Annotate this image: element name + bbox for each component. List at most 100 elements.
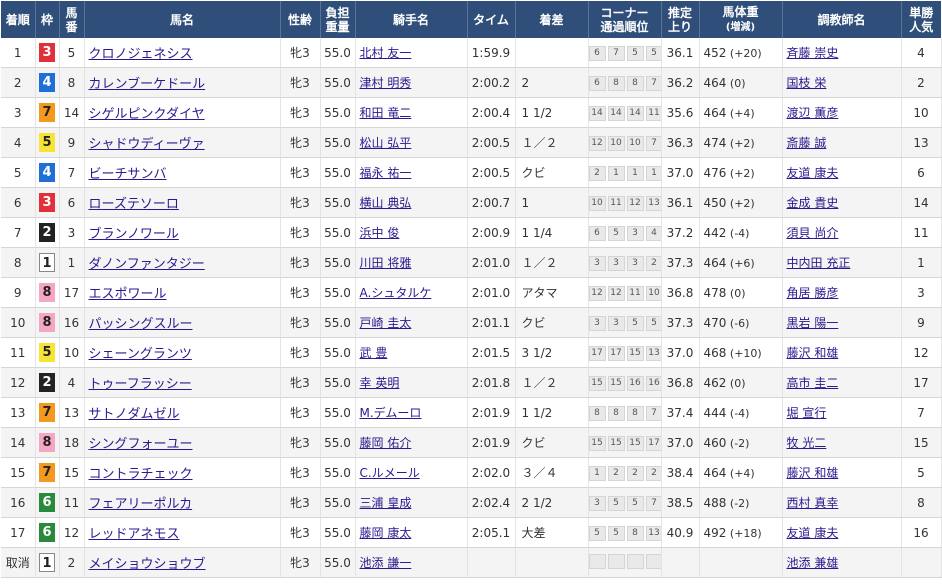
corner-positions-cell: 14 14 14 11 bbox=[588, 97, 662, 128]
jockey-link[interactable]: 藤岡 康太 bbox=[360, 526, 412, 540]
trainer-link[interactable]: 金成 貴史 bbox=[787, 196, 839, 210]
table-row: 15 7 15 コントラチェック 牝3 55.0 C.ルメール 2:02.0 ３／４ 1 2 2 2 38… bbox=[1, 457, 942, 488]
trainer-link[interactable]: 斉藤 崇史 bbox=[787, 46, 839, 60]
sex-age: 牝3 bbox=[280, 38, 321, 68]
waku-cell: 1 bbox=[35, 247, 60, 278]
popularity: 11 bbox=[901, 217, 942, 248]
jockey-link[interactable]: 池添 謙一 bbox=[360, 556, 412, 570]
trainer-link[interactable]: 斎藤 誠 bbox=[787, 136, 827, 150]
body-weight-diff: (0) bbox=[726, 76, 746, 90]
trainer-link[interactable]: 中内田 充正 bbox=[787, 256, 851, 270]
sex-age: 牝3 bbox=[280, 427, 321, 458]
trainer-cell: 堀 宣行 bbox=[782, 397, 902, 428]
trainer-link[interactable]: 渡辺 薫彦 bbox=[787, 106, 839, 120]
finish-position: 17 bbox=[1, 517, 36, 548]
horse-name-link[interactable]: ローズテソーロ bbox=[89, 197, 179, 212]
corner-position: 1 bbox=[588, 466, 606, 481]
horse-number: 1 bbox=[59, 247, 85, 278]
trainer-link[interactable]: 須貝 尚介 bbox=[787, 226, 839, 240]
jockey-cell: 川田 将雅 bbox=[355, 247, 468, 278]
table-row: 11 5 10 シェーングランツ 牝3 55.0 武 豊 2:01.5 3 1/2 17 17 15 1… bbox=[1, 337, 942, 368]
horse-name-link[interactable]: ビーチサンバ bbox=[89, 167, 167, 182]
horse-name-link[interactable]: シェーングランツ bbox=[89, 347, 192, 362]
trainer-link[interactable]: 藤沢 和雄 bbox=[787, 466, 839, 480]
corner-position: 5 bbox=[626, 46, 644, 61]
trainer-link[interactable]: 牧 光二 bbox=[787, 436, 827, 450]
trainer-link[interactable]: 友道 康夫 bbox=[787, 526, 839, 540]
jockey-link[interactable]: 藤岡 佑介 bbox=[360, 436, 412, 450]
horse-number: 5 bbox=[59, 38, 85, 68]
horse-name-link[interactable]: フェアリーポルカ bbox=[89, 497, 193, 512]
horse-name-link[interactable]: レッドアネモス bbox=[89, 527, 180, 542]
trainer-cell: 藤沢 和雄 bbox=[782, 337, 902, 368]
trainer-link[interactable]: 堀 宣行 bbox=[787, 406, 827, 420]
horse-name-link[interactable]: トゥーフラッシー bbox=[89, 377, 192, 392]
corner-position: 7 bbox=[645, 76, 660, 91]
jockey-cell: 北村 友一 bbox=[355, 38, 468, 68]
horse-name-link[interactable]: サトノダムゼル bbox=[89, 407, 180, 422]
horse-name-link[interactable]: シャドウディーヴァ bbox=[89, 137, 205, 152]
trainer-link[interactable]: 黒岩 陽一 bbox=[787, 316, 839, 330]
popularity: 1 bbox=[901, 247, 942, 278]
horse-name-link[interactable]: シゲルピンクダイヤ bbox=[89, 107, 205, 122]
jockey-link[interactable]: 横山 典弘 bbox=[360, 196, 412, 210]
jockey-link[interactable]: 福永 祐一 bbox=[360, 166, 412, 180]
waku-badge: 5 bbox=[39, 133, 55, 152]
jockey-link[interactable]: 川田 将雅 bbox=[360, 256, 412, 270]
jockey-link[interactable]: 武 豊 bbox=[360, 346, 388, 360]
body-weight: 470 bbox=[703, 315, 727, 330]
horse-name-link[interactable]: コントラチェック bbox=[89, 467, 193, 482]
sex-age: 牝3 bbox=[280, 337, 321, 368]
trainer-link[interactable]: 角居 勝彦 bbox=[787, 286, 839, 300]
finish-position: 16 bbox=[1, 487, 36, 518]
popularity: 6 bbox=[901, 157, 942, 188]
horse-name-link[interactable]: ダノンファンタジー bbox=[89, 257, 205, 272]
trainer-cell: 須貝 尚介 bbox=[782, 217, 902, 248]
body-weight-diff: (-4) bbox=[726, 406, 750, 420]
jockey-link[interactable]: 松山 弘平 bbox=[360, 136, 412, 150]
jockey-link[interactable]: 和田 竜二 bbox=[360, 106, 412, 120]
horse-name-link[interactable]: クロノジェネシス bbox=[89, 47, 193, 62]
horse-name-cell: シェーングランツ bbox=[84, 337, 281, 368]
body-weight-diff: (-2) bbox=[726, 436, 750, 450]
trainer-link[interactable]: 友道 康夫 bbox=[787, 166, 839, 180]
jockey-link[interactable]: 津村 明秀 bbox=[360, 76, 412, 90]
finish-position: 4 bbox=[1, 127, 36, 158]
sex-age: 牝3 bbox=[280, 187, 321, 218]
horse-number: 17 bbox=[59, 277, 85, 308]
horse-name-cell: レッドアネモス bbox=[84, 517, 281, 548]
table-row: 7 2 3 ブランノワール 牝3 55.0 浜中 俊 2:00.9 1 1/4 6 5 3 4 37.2 4… bbox=[1, 217, 942, 248]
horse-name-link[interactable]: シングフォーユー bbox=[89, 437, 193, 452]
horse-number: 8 bbox=[59, 67, 85, 98]
jockey-link[interactable]: 三浦 皇成 bbox=[360, 496, 412, 510]
race-time: 2:05.1 bbox=[467, 517, 516, 548]
jockey-link[interactable]: M.デムーロ bbox=[360, 406, 422, 420]
trainer-link[interactable]: 高市 圭二 bbox=[787, 376, 839, 390]
horse-name-link[interactable]: エスポワール bbox=[89, 287, 167, 302]
horse-name-link[interactable]: カレンブーケドール bbox=[89, 77, 206, 92]
corner-position: 10 bbox=[607, 136, 625, 151]
corner-positions: 3557 bbox=[588, 496, 660, 511]
trainer-link[interactable]: 藤沢 和雄 bbox=[787, 346, 839, 360]
horse-name-link[interactable]: ブランノワール bbox=[89, 227, 179, 242]
corner-position-blank bbox=[645, 553, 660, 569]
body-weight-cell: 464 (+4) bbox=[699, 457, 783, 488]
jockey-link[interactable]: 浜中 俊 bbox=[360, 226, 400, 240]
corner-positions-cell: 2111 bbox=[588, 157, 662, 188]
last-3f: 36.1 bbox=[661, 187, 700, 218]
jockey-link[interactable]: 北村 友一 bbox=[360, 46, 412, 60]
corner-position: 5 bbox=[626, 316, 644, 331]
jockey-link[interactable]: A.シュタルケ bbox=[360, 286, 432, 300]
horse-name-link[interactable]: パッシングスルー bbox=[89, 317, 193, 332]
header-row: 着順 枠 馬番 馬名 性齢 負担 重量 騎手名 タイム 着差 コーナー 通過順位 推… bbox=[1, 1, 941, 38]
trainer-link[interactable]: 国枝 栄 bbox=[787, 76, 827, 90]
horse-name-link[interactable]: メイショウショウブ bbox=[89, 557, 206, 572]
trainer-link[interactable]: 池添 兼雄 bbox=[787, 556, 839, 570]
trainer-link[interactable]: 西村 真幸 bbox=[787, 496, 839, 510]
jockey-link[interactable]: 幸 英明 bbox=[360, 376, 400, 390]
header-num: 馬番 bbox=[59, 1, 85, 38]
table-row: 12 2 4 トゥーフラッシー 牝3 55.0 幸 英明 2:01.8 １／２ 15 15 16 16 3… bbox=[1, 367, 942, 398]
popularity: 16 bbox=[901, 517, 942, 548]
jockey-link[interactable]: C.ルメール bbox=[360, 466, 420, 480]
jockey-link[interactable]: 戸崎 圭太 bbox=[360, 316, 412, 330]
